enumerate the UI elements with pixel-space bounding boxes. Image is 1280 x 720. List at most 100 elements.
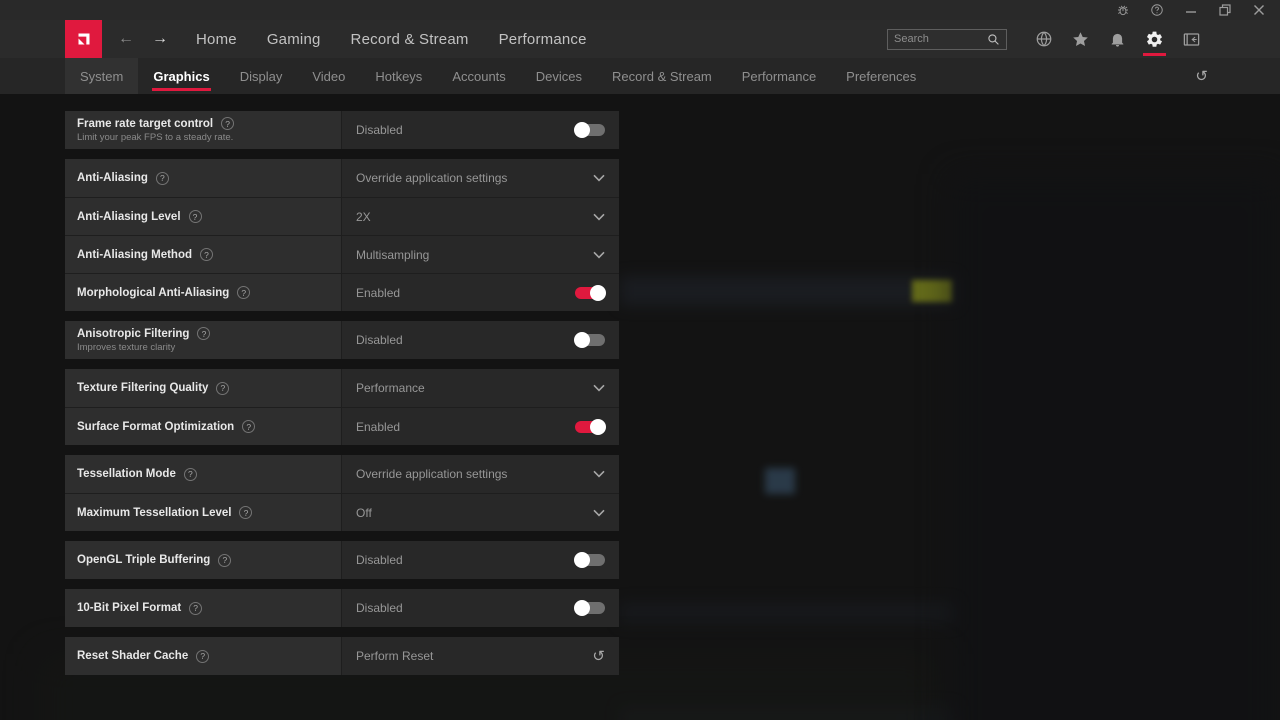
setting-value: Disabled <box>356 601 403 615</box>
setting-value-cell[interactable]: Enabled <box>341 408 619 445</box>
nav-link-performance[interactable]: Performance <box>499 31 587 48</box>
amd-logo[interactable] <box>65 20 102 58</box>
setting-label: Anti-Aliasing <box>77 172 148 184</box>
back-arrow-icon[interactable]: ← <box>118 31 134 47</box>
help-icon[interactable]: ? <box>196 650 209 663</box>
setting-value: Off <box>356 506 372 520</box>
settings-group: OpenGL Triple Buffering?Disabled <box>65 541 619 579</box>
help-icon[interactable]: ? <box>189 602 202 615</box>
toggle-switch[interactable] <box>575 602 605 614</box>
forward-arrow-icon[interactable]: → <box>152 31 168 47</box>
help-icon[interactable] <box>1144 1 1170 19</box>
tab-performance[interactable]: Performance <box>727 58 831 94</box>
globe-icon[interactable] <box>1025 20 1062 58</box>
help-icon[interactable]: ? <box>216 382 229 395</box>
subnav-tabs: SystemGraphicsDisplayVideoHotkeysAccount… <box>65 58 931 94</box>
setting-label-cell: OpenGL Triple Buffering? <box>65 541 341 579</box>
toggle-switch[interactable] <box>575 421 605 433</box>
tab-display[interactable]: Display <box>225 58 298 94</box>
tab-devices[interactable]: Devices <box>521 58 597 94</box>
chevron-down-icon[interactable] <box>593 174 605 182</box>
toggle-switch[interactable] <box>575 287 605 299</box>
tab-accounts[interactable]: Accounts <box>437 58 520 94</box>
tab-preferences[interactable]: Preferences <box>831 58 931 94</box>
nav-link-record-stream[interactable]: Record & Stream <box>351 31 469 48</box>
chevron-down-icon[interactable] <box>593 213 605 221</box>
bell-icon[interactable] <box>1099 20 1136 58</box>
setting-value-cell[interactable]: 2X <box>341 198 619 235</box>
settings-row-surface-format-optimization: Surface Format Optimization? Enabled <box>65 407 619 445</box>
setting-value-cell[interactable]: Multisampling <box>341 236 619 273</box>
chevron-down-icon[interactable] <box>593 509 605 517</box>
restore-button[interactable] <box>1212 1 1238 19</box>
toggle-switch[interactable] <box>575 554 605 566</box>
settings-row-texture-filtering-quality: Texture Filtering Quality? Performance <box>65 369 619 407</box>
setting-label: Surface Format Optimization <box>77 421 234 433</box>
settings-row-opengl-triple-buffering: OpenGL Triple Buffering?Disabled <box>65 541 619 579</box>
setting-value-cell[interactable]: Perform Reset↺ <box>341 637 619 675</box>
setting-value-cell[interactable]: Enabled <box>341 274 619 311</box>
tab-record-stream[interactable]: Record & Stream <box>597 58 727 94</box>
toggle-switch[interactable] <box>575 124 605 136</box>
chevron-down-icon[interactable] <box>593 251 605 259</box>
setting-value-cell[interactable]: Off <box>341 494 619 531</box>
tab-video[interactable]: Video <box>297 58 360 94</box>
help-icon[interactable]: ? <box>239 506 252 519</box>
setting-label-cell: Tessellation Mode? <box>65 455 341 493</box>
close-button[interactable] <box>1246 1 1272 19</box>
tab-hotkeys[interactable]: Hotkeys <box>360 58 437 94</box>
nav-link-gaming[interactable]: Gaming <box>267 31 321 48</box>
setting-value-cell[interactable]: Disabled <box>341 321 619 359</box>
settings-row-anti-aliasing: Anti-Aliasing? Override application setti… <box>65 159 619 197</box>
help-icon[interactable]: ? <box>218 554 231 567</box>
toggle-knob <box>574 122 590 138</box>
setting-label: 10-Bit Pixel Format <box>77 602 181 614</box>
help-icon[interactable]: ? <box>184 468 197 481</box>
setting-label-cell: Anti-Aliasing Level? <box>65 198 341 235</box>
search-box[interactable] <box>887 29 1007 50</box>
settings-group: Anti-Aliasing? Override application setti… <box>65 159 619 311</box>
bug-report-icon[interactable] <box>1110 1 1136 19</box>
setting-value: Performance <box>356 381 425 395</box>
background-blob <box>765 468 795 494</box>
tab-system[interactable]: System <box>65 58 138 94</box>
toggle-switch[interactable] <box>575 334 605 346</box>
gear-icon[interactable] <box>1136 20 1173 58</box>
setting-label: Anti-Aliasing Level <box>77 211 181 223</box>
setting-label: Maximum Tessellation Level <box>77 507 231 519</box>
setting-value-cell[interactable]: Override application settings <box>341 455 619 493</box>
reset-all-icon[interactable]: ↺ <box>1195 58 1208 94</box>
setting-label-cell: 10-Bit Pixel Format? <box>65 589 341 627</box>
settings-row-anti-aliasing-method: Anti-Aliasing Method?Multisampling <box>65 235 619 273</box>
setting-value-cell[interactable]: Override application settings <box>341 159 619 197</box>
help-icon[interactable]: ? <box>221 117 234 130</box>
nav-link-home[interactable]: Home <box>196 31 237 48</box>
help-icon[interactable]: ? <box>200 248 213 261</box>
chevron-down-icon[interactable] <box>593 384 605 392</box>
settings-subnav: SystemGraphicsDisplayVideoHotkeysAccount… <box>0 58 1280 94</box>
setting-value-cell[interactable]: Disabled <box>341 111 619 149</box>
settings-row-frame-rate-target-control: Frame rate target control?Limit your pea… <box>65 111 619 149</box>
setting-value-cell[interactable]: Disabled <box>341 541 619 579</box>
help-icon[interactable]: ? <box>189 210 202 223</box>
settings-row-anti-aliasing-level: Anti-Aliasing Level?2X <box>65 197 619 235</box>
tab-graphics[interactable]: Graphics <box>138 58 224 94</box>
star-icon[interactable] <box>1062 20 1099 58</box>
chevron-down-icon[interactable] <box>593 470 605 478</box>
setting-value-cell[interactable]: Disabled <box>341 589 619 627</box>
minimize-button[interactable] <box>1178 1 1204 19</box>
search-input[interactable] <box>894 33 987 45</box>
setting-value: Enabled <box>356 420 400 434</box>
toggle-knob <box>590 419 606 435</box>
setting-label: Texture Filtering Quality <box>77 382 208 394</box>
reset-icon[interactable]: ↺ <box>592 649 605 664</box>
settings-group: Tessellation Mode? Override application s… <box>65 455 619 531</box>
setting-value: Override application settings <box>356 467 507 481</box>
help-icon[interactable]: ? <box>242 420 255 433</box>
help-icon[interactable]: ? <box>156 172 169 185</box>
help-icon[interactable]: ? <box>197 327 210 340</box>
overlay-panel-icon[interactable] <box>1173 20 1210 58</box>
setting-value-cell[interactable]: Performance <box>341 369 619 407</box>
help-icon[interactable]: ? <box>237 286 250 299</box>
setting-value: Disabled <box>356 333 403 347</box>
